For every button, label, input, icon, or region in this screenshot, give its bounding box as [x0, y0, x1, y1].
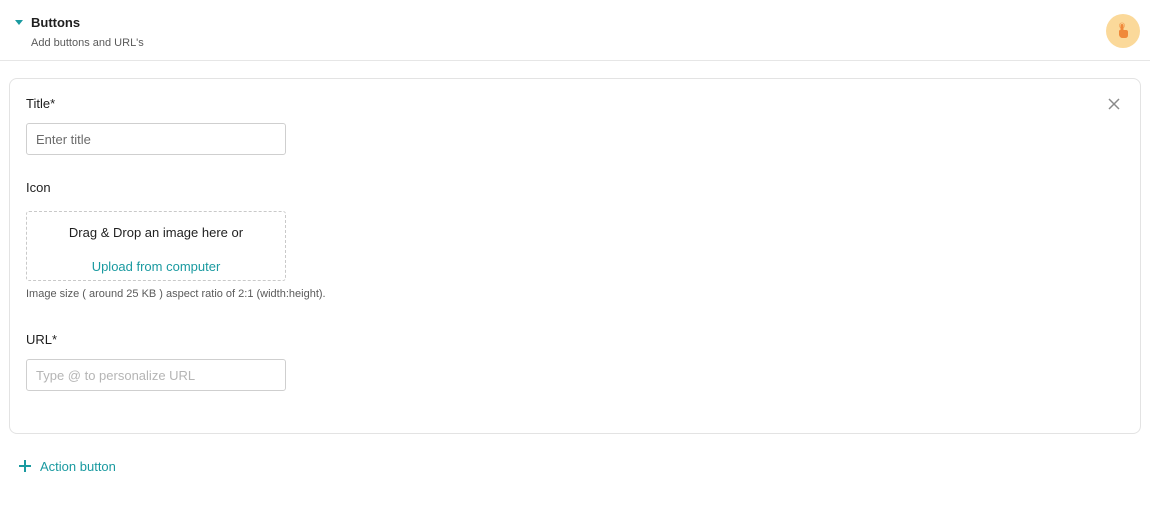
section-badge [1106, 14, 1140, 48]
pointer-hand-icon [1119, 22, 1128, 38]
title-label-text: Title [26, 96, 51, 111]
close-icon[interactable] [1106, 96, 1122, 112]
image-size-hint: Image size ( around 25 KB ) aspect ratio… [26, 288, 326, 300]
title-label: Title* [26, 96, 55, 111]
icon-dropzone[interactable]: Drag & Drop an image here or Upload from… [26, 211, 286, 281]
section-header[interactable]: Buttons Add buttons and URL's [0, 0, 1150, 61]
url-input[interactable] [26, 359, 286, 391]
dropzone-text: Drag & Drop an image here or [68, 225, 244, 240]
url-required-mark: * [52, 332, 58, 347]
add-action-button[interactable]: Action button [18, 456, 116, 476]
upload-link[interactable]: Upload from computer [27, 259, 285, 274]
section-title: Buttons [31, 15, 81, 30]
icon-label: Icon [26, 180, 51, 195]
section-subtitle: Add buttons and URL's [31, 37, 144, 49]
plus-icon [18, 459, 32, 473]
url-label: URL* [26, 332, 57, 347]
title-required-mark: * [50, 96, 56, 111]
caret-down-icon[interactable] [15, 20, 23, 25]
title-input[interactable] [26, 123, 286, 155]
url-label-text: URL [26, 332, 53, 347]
add-action-label: Action button [40, 458, 116, 474]
